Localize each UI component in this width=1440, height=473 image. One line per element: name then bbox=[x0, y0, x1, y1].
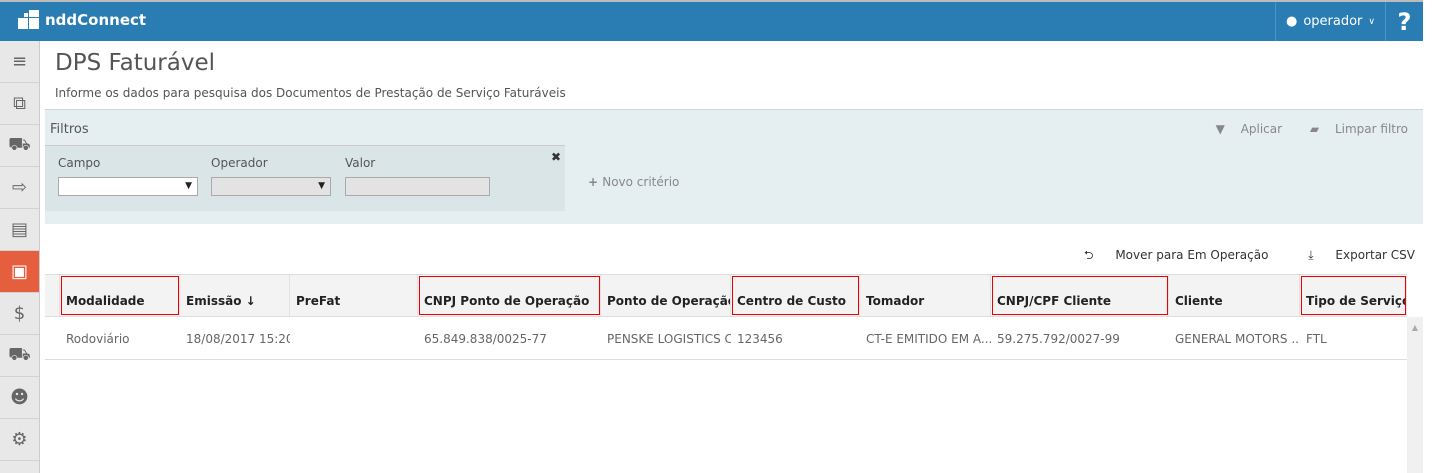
filters-panel: Filtros ▼ Aplicar ▰ Limpar filtro ✖ Camp… bbox=[45, 109, 1423, 224]
delivery-truck-icon[interactable]: ⛟ bbox=[0, 335, 39, 377]
cell: FTL bbox=[1306, 332, 1327, 346]
cell: PENSKE LOGISTICS C... bbox=[607, 332, 731, 346]
scroll-up-icon[interactable]: ▲ bbox=[1412, 323, 1418, 332]
vertical-scrollbar[interactable]: ▲ bbox=[1407, 317, 1423, 473]
cell: 18/08/2017 15:20 bbox=[186, 332, 290, 346]
cell: Rodoviário bbox=[66, 332, 130, 346]
chevron-down-icon: ∨ bbox=[1368, 16, 1375, 27]
cell: CT-E EMITIDO EM A... bbox=[866, 332, 991, 346]
cell bbox=[290, 317, 418, 359]
valor-input[interactable] bbox=[345, 177, 490, 196]
move-icon: ⮌ bbox=[1083, 248, 1098, 262]
column-header[interactable]: PreFat bbox=[290, 275, 418, 316]
column-header[interactable]: Cliente bbox=[1169, 275, 1300, 316]
cell: 123456 bbox=[737, 332, 783, 346]
gears-icon[interactable]: ⚙ bbox=[0, 419, 39, 461]
eraser-icon: ▰ bbox=[1309, 122, 1323, 136]
campo-select[interactable]: ▼ bbox=[58, 177, 198, 196]
users-icon[interactable]: ☻ bbox=[0, 377, 39, 419]
clear-label: Limpar filtro bbox=[1334, 122, 1408, 136]
valor-label: Valor bbox=[345, 156, 376, 170]
export-csv-button[interactable]: ⤓ Exportar CSV bbox=[1290, 248, 1415, 262]
file-text-icon[interactable]: ▤ bbox=[0, 209, 39, 251]
column-header[interactable]: Modalidade bbox=[60, 275, 180, 316]
new-criterion-label: Novo critério bbox=[602, 175, 680, 189]
truck-icon[interactable]: ⛟ bbox=[0, 125, 39, 167]
sidebar: ≡ ⧉ ⛟ ⇨ ▤ ▣ $ ⛟ ☻ ⚙ bbox=[0, 41, 40, 473]
download-icon: ⤓ bbox=[1308, 248, 1318, 262]
table-header: Modalidade Emissão ↓ PreFat CNPJ Ponto d… bbox=[45, 274, 1407, 317]
documents-icon[interactable]: ⧉ bbox=[0, 83, 39, 125]
column-header[interactable]: CNPJ/CPF Cliente bbox=[991, 275, 1169, 316]
page-title: DPS Faturável bbox=[55, 50, 216, 76]
top-bar: nddConnect ● operador ∨ ? bbox=[0, 0, 1423, 41]
cell: 59.275.792/0027-99 bbox=[997, 332, 1120, 346]
row-selector[interactable] bbox=[45, 317, 60, 359]
cell: GENERAL MOTORS ... bbox=[1175, 332, 1300, 346]
column-header[interactable]: Ponto de Operação bbox=[601, 275, 731, 316]
new-criterion-button[interactable]: + Novo critério bbox=[588, 175, 679, 189]
clear-filter-button[interactable]: ▰ Limpar filtro bbox=[1298, 122, 1408, 136]
move-button[interactable]: ⮌ Mover para Em Operação bbox=[1066, 248, 1269, 262]
money-icon[interactable]: ▣ bbox=[0, 251, 39, 293]
filters-title: Filtros bbox=[50, 122, 89, 137]
move-label: Mover para Em Operação bbox=[1115, 248, 1269, 262]
user-name: operador bbox=[1303, 14, 1363, 29]
close-icon[interactable]: ✖ bbox=[551, 150, 561, 164]
operador-label: Operador bbox=[211, 156, 268, 170]
apply-label: Aplicar bbox=[1240, 122, 1283, 136]
dollar-cycle-icon[interactable]: $ bbox=[0, 293, 39, 335]
column-header[interactable]: Emissão ↓ bbox=[180, 275, 290, 316]
column-header[interactable]: CNPJ Ponto de Operação bbox=[418, 275, 601, 316]
logo-icon bbox=[18, 10, 40, 30]
page-subtitle: Informe os dados para pesquisa dos Docum… bbox=[55, 86, 566, 100]
export-label: Exportar CSV bbox=[1335, 248, 1415, 262]
selector-column bbox=[45, 275, 60, 316]
plus-icon: + bbox=[588, 175, 603, 189]
filter-icon: ▼ bbox=[1215, 122, 1229, 136]
apply-button[interactable]: ▼ Aplicar bbox=[1204, 122, 1282, 136]
menu-icon[interactable]: ≡ bbox=[0, 41, 39, 83]
column-header[interactable]: Centro de Custo bbox=[731, 275, 860, 316]
user-icon: ● bbox=[1285, 14, 1298, 29]
cell: 65.849.838/0025-77 bbox=[424, 332, 547, 346]
table-row[interactable]: Rodoviário 18/08/2017 15:20 65.849.838/0… bbox=[45, 317, 1407, 360]
campo-label: Campo bbox=[58, 156, 101, 170]
operador-select[interactable]: ▼ bbox=[211, 177, 331, 196]
help-button[interactable]: ? bbox=[1386, 2, 1423, 41]
column-header[interactable]: Tipo de Serviço bbox=[1300, 275, 1407, 316]
column-header[interactable]: Tomador bbox=[860, 275, 991, 316]
criterion-box: ✖ Campo ▼ Operador ▼ Valor bbox=[45, 145, 565, 211]
logo[interactable]: nddConnect bbox=[18, 10, 146, 30]
app-name: nddConnect bbox=[45, 11, 147, 29]
user-menu[interactable]: ● operador ∨ bbox=[1274, 2, 1386, 41]
data-table: Modalidade Emissão ↓ PreFat CNPJ Ponto d… bbox=[45, 274, 1407, 360]
export-icon[interactable]: ⇨ bbox=[0, 167, 39, 209]
